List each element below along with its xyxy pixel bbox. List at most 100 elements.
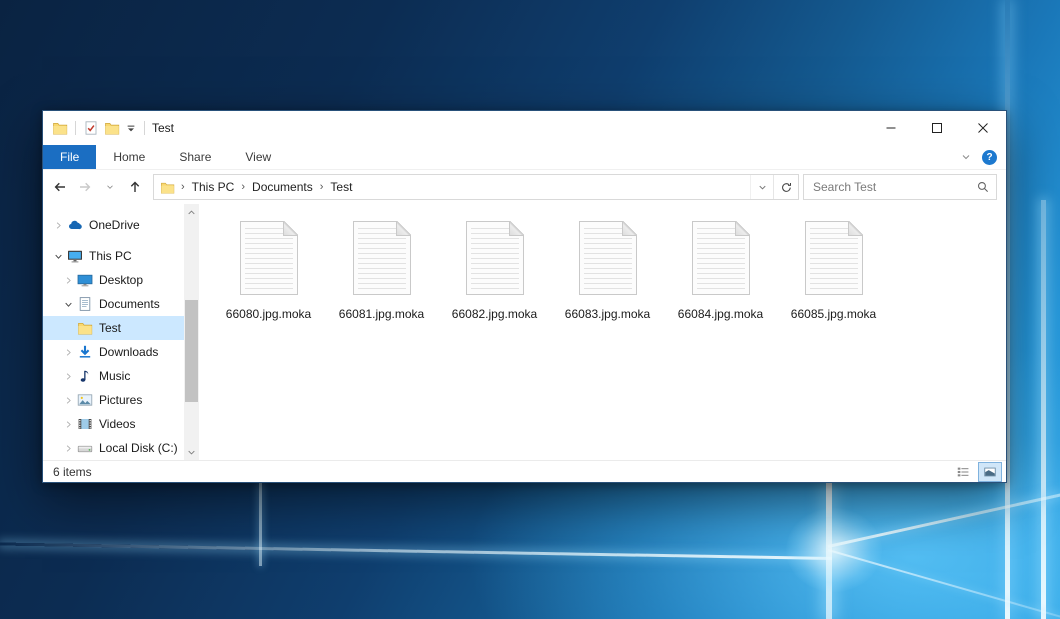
sidebar-item-music[interactable]: Music xyxy=(43,364,184,388)
search-box xyxy=(803,174,997,200)
file-item[interactable]: 66083.jpg.moka xyxy=(555,221,660,321)
minimize-button[interactable] xyxy=(868,111,914,145)
tab-share[interactable]: Share xyxy=(162,145,228,169)
sidebar-item-desktop[interactable]: Desktop xyxy=(43,268,184,292)
window-title: Test xyxy=(152,121,174,135)
sidebar-item-pictures[interactable]: Pictures xyxy=(43,388,184,412)
file-name: 66084.jpg.moka xyxy=(678,307,763,321)
scrollbar-thumb[interactable] xyxy=(185,300,198,402)
search-input[interactable] xyxy=(804,180,970,194)
videos-icon xyxy=(76,416,94,432)
chevron-right-icon[interactable] xyxy=(61,276,76,285)
thumbnails-view-button[interactable] xyxy=(978,462,1002,482)
this-pc-icon xyxy=(66,248,84,264)
tab-home[interactable]: Home xyxy=(96,145,162,169)
wallpaper-glow xyxy=(786,508,882,592)
document-file-icon xyxy=(240,221,298,295)
details-view-button[interactable] xyxy=(951,462,975,482)
sidebar-item-test[interactable]: Test xyxy=(43,316,184,340)
explorer-window: Test File Home Share View ? xyxy=(42,110,1007,483)
up-button[interactable] xyxy=(122,174,147,200)
maximize-button[interactable] xyxy=(914,111,960,145)
wallpaper-light-beam xyxy=(1041,200,1046,619)
tab-view[interactable]: View xyxy=(228,145,288,169)
file-name: 66080.jpg.moka xyxy=(226,307,311,321)
forward-icon xyxy=(77,179,93,195)
close-icon xyxy=(977,122,989,134)
wallpaper-light-beam xyxy=(259,482,262,566)
chevron-right-icon[interactable] xyxy=(61,348,76,357)
minimize-icon xyxy=(885,122,897,134)
close-button[interactable] xyxy=(960,111,1006,145)
scrollbar-down-icon[interactable] xyxy=(184,444,199,460)
folder-icon xyxy=(76,320,94,336)
file-item[interactable]: 66080.jpg.moka xyxy=(216,221,321,321)
maximize-icon xyxy=(931,122,943,134)
scrollbar-up-icon[interactable] xyxy=(184,204,199,220)
address-row: › This PC › Documents › Test xyxy=(43,170,1006,204)
title-bar: Test xyxy=(43,111,1006,145)
sidebar-item-label: Test xyxy=(99,321,121,335)
breadcrumb-documents[interactable]: Documents xyxy=(247,180,318,194)
sidebar-item-documents[interactable]: Documents xyxy=(43,292,184,316)
new-folder-icon[interactable] xyxy=(104,120,120,136)
file-name: 66082.jpg.moka xyxy=(452,307,537,321)
address-dropdown-button[interactable] xyxy=(750,175,773,199)
chevron-down-icon[interactable] xyxy=(960,151,972,163)
sidebar-item-local-disk[interactable]: Local Disk (C:) xyxy=(43,436,184,460)
sidebar-item-label: This PC xyxy=(89,249,132,263)
recent-locations-chevron-icon xyxy=(105,182,115,192)
help-icon[interactable]: ? xyxy=(982,150,997,165)
forward-button[interactable] xyxy=(72,174,97,200)
recent-locations-button[interactable] xyxy=(97,174,122,200)
chevron-right-icon[interactable] xyxy=(61,372,76,381)
back-button[interactable] xyxy=(47,174,72,200)
file-item[interactable]: 66081.jpg.moka xyxy=(329,221,434,321)
chevron-right-icon[interactable] xyxy=(61,444,76,453)
sidebar-scrollbar[interactable] xyxy=(184,204,199,460)
chevron-right-icon[interactable] xyxy=(61,420,76,429)
file-name: 66083.jpg.moka xyxy=(565,307,650,321)
file-item[interactable]: 66085.jpg.moka xyxy=(781,221,886,321)
address-folder-icon xyxy=(154,180,179,195)
refresh-button[interactable] xyxy=(773,175,798,199)
document-file-icon xyxy=(692,221,750,295)
customize-quick-access-dropdown-icon[interactable] xyxy=(125,122,137,134)
file-item[interactable]: 66082.jpg.moka xyxy=(442,221,547,321)
breadcrumb-this-pc[interactable]: This PC xyxy=(187,180,240,194)
properties-check-icon[interactable] xyxy=(83,120,99,136)
search-icon[interactable] xyxy=(970,180,996,194)
sidebar-item-downloads[interactable]: Downloads xyxy=(43,340,184,364)
file-list: 66080.jpg.moka 66081.jpg.moka 66082.jpg.… xyxy=(199,204,1006,460)
quick-access-toolbar xyxy=(43,120,147,136)
downloads-icon xyxy=(76,344,94,360)
sidebar-item-onedrive[interactable]: OneDrive xyxy=(43,213,184,237)
file-name: 66085.jpg.moka xyxy=(791,307,876,321)
sidebar-item-this-pc[interactable]: This PC xyxy=(43,244,184,268)
document-file-icon xyxy=(805,221,863,295)
document-file-icon xyxy=(466,221,524,295)
document-file-icon xyxy=(579,221,637,295)
sidebar-item-label: Desktop xyxy=(99,273,143,287)
ribbon-tab-row: File Home Share View ? xyxy=(43,145,1006,170)
breadcrumb-test[interactable]: Test xyxy=(325,180,357,194)
chevron-down-icon[interactable] xyxy=(61,300,76,309)
file-item[interactable]: 66084.jpg.moka xyxy=(668,221,773,321)
window-folder-icon xyxy=(52,120,68,136)
music-icon xyxy=(76,368,94,384)
address-dropdown-chevron-icon xyxy=(757,182,768,193)
breadcrumb-separator: › xyxy=(318,181,326,193)
address-bar[interactable]: › This PC › Documents › Test xyxy=(153,174,799,200)
status-bar: 6 items xyxy=(43,460,1006,482)
chevron-right-icon[interactable] xyxy=(61,396,76,405)
tab-file[interactable]: File xyxy=(43,145,96,169)
chevron-down-icon[interactable] xyxy=(51,252,66,261)
details-view-icon xyxy=(956,465,970,479)
sidebar-item-videos[interactable]: Videos xyxy=(43,412,184,436)
back-icon xyxy=(52,179,68,195)
chevron-right-icon[interactable] xyxy=(51,221,66,230)
items-count: 6 items xyxy=(53,465,92,479)
onedrive-icon xyxy=(66,217,84,233)
document-file-icon xyxy=(353,221,411,295)
view-toggles xyxy=(951,462,1002,482)
